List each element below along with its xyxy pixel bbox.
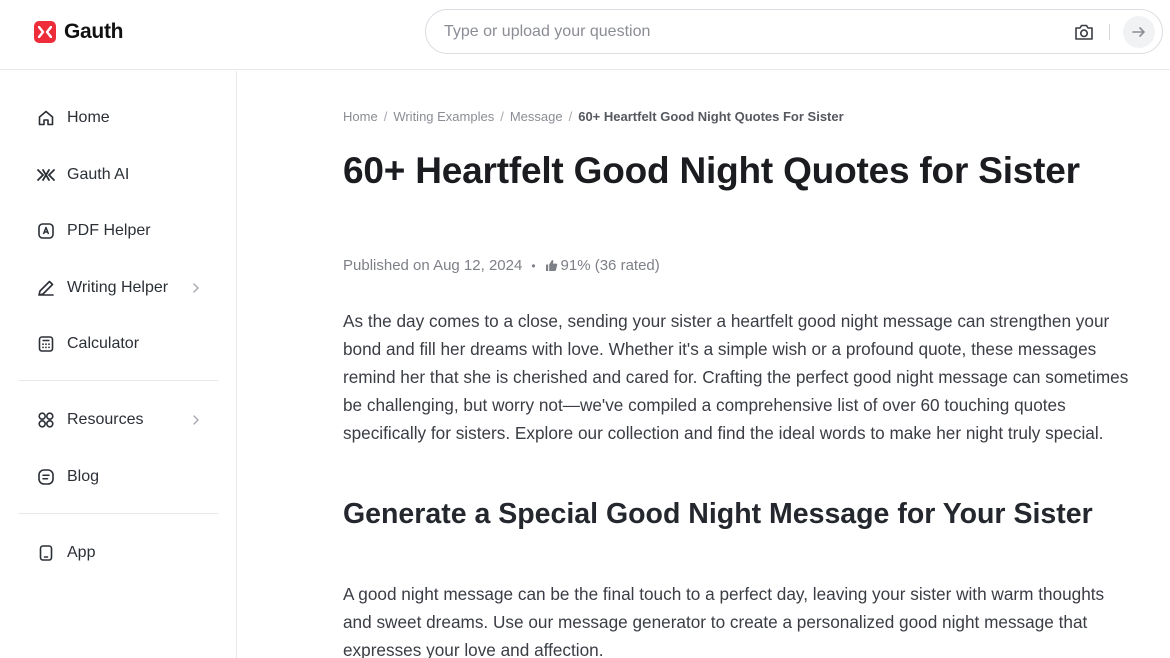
home-icon [36, 108, 56, 128]
sidebar-item-pdf-helper[interactable]: PDF Helper [36, 219, 216, 243]
question-search-bar [425, 9, 1163, 54]
grid-icon [36, 410, 56, 430]
section-paragraph: A good night message can be the final to… [343, 584, 1105, 658]
breadcrumb-current: 60+ Heartfelt Good Night Quotes For Sist… [578, 109, 844, 124]
article-intro-paragraph: As the day comes to a close, sending you… [343, 311, 1129, 443]
gauth-logo[interactable]: Gauth [34, 20, 123, 44]
breadcrumb-link-writing-examples[interactable]: Writing Examples [393, 109, 494, 124]
sidebar-item-label: Home [67, 109, 110, 126]
sidebar-item-home[interactable]: Home [36, 106, 216, 130]
published-date: Published on Aug 12, 2024 [343, 257, 523, 274]
gauth-logo-icon [34, 21, 56, 43]
sidebar-item-resources[interactable]: Resources [36, 408, 216, 432]
sidebar-item-label: Blog [67, 468, 100, 485]
breadcrumb-link-home[interactable]: Home [343, 109, 378, 124]
blog-icon [36, 467, 56, 487]
sidebar-item-writing-helper[interactable]: Writing Helper [36, 276, 216, 300]
sidebar-item-label: PDF Helper [67, 222, 151, 239]
camera-icon [1075, 24, 1093, 40]
chevron-right-icon [188, 280, 204, 296]
sidebar-divider [18, 380, 218, 381]
pdf-helper-icon [36, 221, 56, 241]
chevron-right-icon [188, 412, 204, 428]
sidebar-divider [18, 513, 218, 514]
submit-question-button[interactable] [1123, 16, 1155, 48]
breadcrumb-separator: / [500, 109, 504, 124]
camera-upload-button[interactable] [1073, 21, 1095, 43]
left-sidebar: Home Gauth AI PDF Helper Writing Helper … [0, 71, 237, 658]
sidebar-item-label: Writing Helper [67, 279, 169, 296]
sidebar-item-label: Resources [67, 411, 144, 428]
brand-name: Gauth [64, 20, 124, 43]
search-divider [1109, 24, 1110, 40]
sidebar-item-calculator[interactable]: Calculator [36, 332, 216, 356]
breadcrumb: Home / Writing Examples / Message / 60+ Heartf… [343, 109, 844, 124]
section-heading: Generate a Special Good Night Message fo… [343, 498, 1093, 530]
article-meta: Published on Aug 12, 2024 • 91% (36 rate… [343, 257, 660, 274]
sidebar-item-label: Gauth AI [67, 166, 130, 183]
breadcrumb-separator: / [568, 109, 573, 124]
pen-icon [36, 278, 56, 298]
question-search-input[interactable] [444, 10, 1044, 53]
arrow-right-icon [1132, 27, 1145, 37]
gauth-ai-icon [36, 165, 56, 185]
article-rating: 91% (36 rated) [560, 257, 660, 274]
page-title: 60+ Heartfelt Good Night Quotes for Sist… [343, 150, 1080, 191]
sidebar-item-label: App [67, 544, 96, 561]
top-header: Gauth [0, 0, 1170, 70]
breadcrumb-link-message[interactable]: Message [510, 109, 563, 124]
calculator-icon [36, 334, 56, 354]
sidebar-item-gauth-ai[interactable]: Gauth AI [36, 163, 216, 187]
meta-separator-dot: • [531, 258, 536, 273]
sidebar-item-app[interactable]: App [36, 541, 216, 565]
phone-icon [36, 543, 56, 563]
thumbs-up-icon[interactable] [545, 259, 559, 273]
sidebar-item-blog[interactable]: Blog [36, 465, 216, 489]
sidebar-item-label: Calculator [67, 335, 140, 352]
breadcrumb-separator: / [383, 109, 388, 124]
